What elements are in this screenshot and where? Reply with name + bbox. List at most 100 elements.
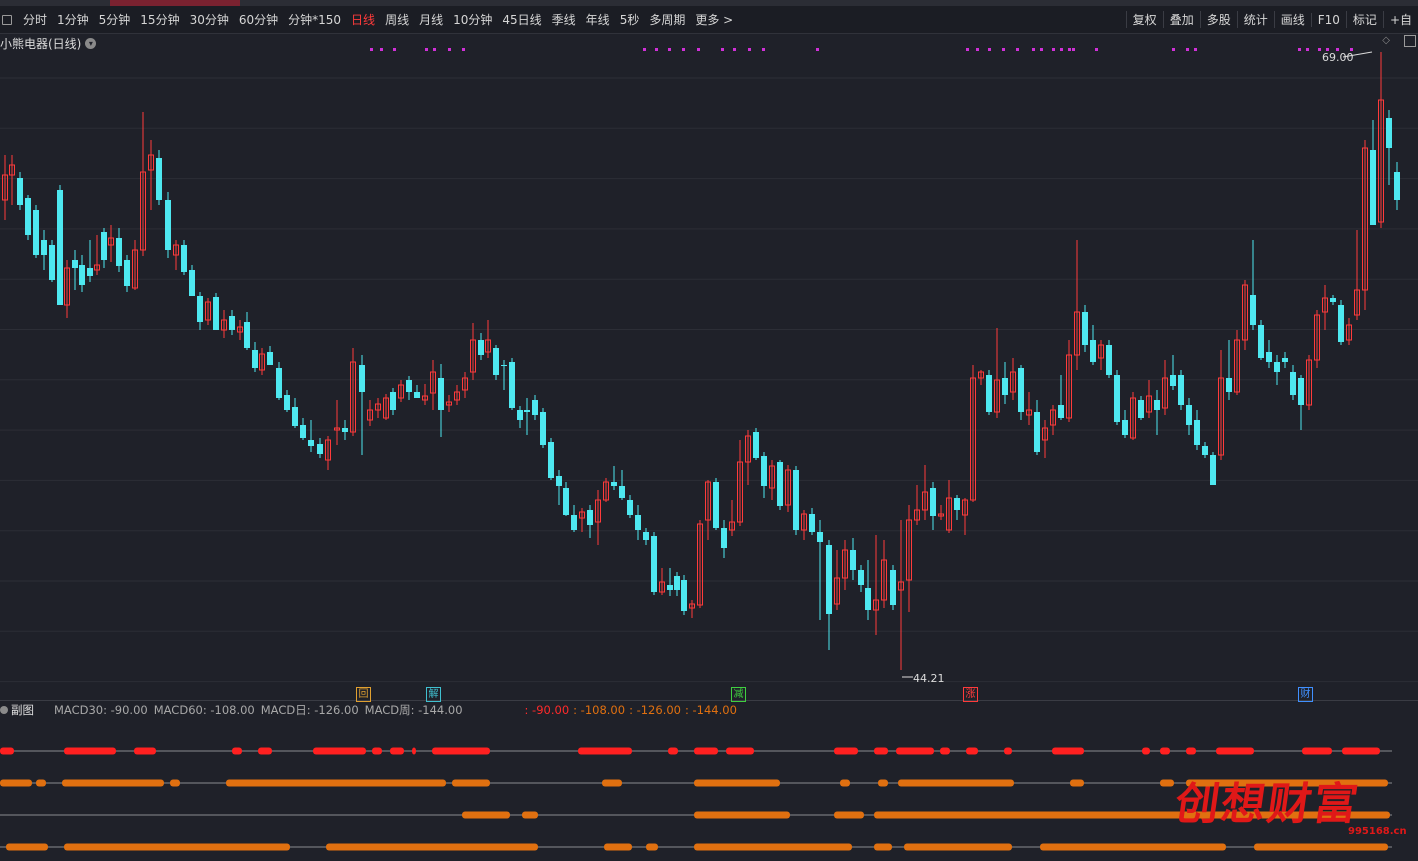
signal-dot	[370, 48, 373, 51]
candle-body-down	[1394, 172, 1400, 200]
value-4: : -144.00	[684, 703, 737, 717]
macd-segment	[896, 747, 934, 755]
candle-body-down	[25, 198, 31, 235]
candle-body-down	[72, 260, 78, 268]
candle-body-down	[41, 240, 47, 255]
signal-dot	[816, 48, 819, 51]
grid-lines	[0, 77, 1418, 701]
signal-marker[interactable]: 涨	[963, 687, 978, 702]
macd30-label: MACD30: -90.00	[54, 703, 148, 717]
candle-body-down	[1194, 420, 1200, 445]
value-2: : -108.00	[573, 703, 626, 717]
candle-body-down	[556, 476, 562, 486]
candle-body-down	[753, 432, 759, 458]
macd-segment	[840, 779, 850, 787]
candle-body-down	[1266, 352, 1272, 362]
macd-segment	[64, 747, 116, 755]
macd-segment	[874, 747, 888, 755]
macd-segment	[390, 747, 404, 755]
candle-body-down	[1258, 325, 1264, 358]
candle-body-down	[517, 410, 523, 420]
macd-segment	[432, 747, 490, 755]
macd-segment	[878, 779, 888, 787]
signal-marker[interactable]: 财	[1298, 687, 1313, 702]
macd-segment	[1342, 747, 1380, 755]
signal-dot	[643, 48, 646, 51]
candle-body-down	[890, 570, 896, 605]
macd-segment	[1004, 747, 1012, 755]
candle-body-down	[1210, 455, 1216, 485]
signal-dot	[988, 48, 991, 51]
signal-dot	[393, 48, 396, 51]
signal-dot	[668, 48, 671, 51]
signal-dot	[1318, 48, 1321, 51]
sub-values: : -90.00 : -108.00 : -126.00 : -144.00	[525, 703, 737, 717]
candle-body-down	[1178, 375, 1184, 405]
macd-segment	[412, 747, 416, 755]
candle-body-down	[308, 440, 314, 446]
candle-body-down	[406, 380, 412, 392]
macd-segment	[326, 843, 538, 851]
macd-segment	[62, 779, 164, 787]
sub-chart-header: 副图 MACD30: -90.00 MACD60: -108.00 MACD日:…	[0, 702, 1418, 718]
candle-body-down	[635, 515, 641, 530]
candle-body-down	[793, 470, 799, 530]
candle-body-down	[267, 352, 273, 365]
candle-body-down	[1106, 345, 1112, 375]
signal-marker[interactable]: 回	[356, 687, 371, 702]
candle-body-down	[1090, 340, 1096, 362]
signal-dot	[721, 48, 724, 51]
candle-body-down	[865, 588, 871, 610]
signal-dot	[448, 48, 451, 51]
signal-dot	[1186, 48, 1189, 51]
candle-body-down	[1114, 375, 1120, 422]
candle-body-down	[156, 158, 162, 200]
candlestick-chart[interactable]: 69.00 44.21	[0, 0, 1418, 861]
candle-body-down	[850, 550, 856, 570]
signal-dot	[1052, 48, 1055, 51]
signal-dot	[1060, 48, 1063, 51]
candle-body-down	[284, 395, 290, 410]
high-price-label: 69.00	[1322, 51, 1354, 64]
candle-body-down	[1386, 118, 1392, 148]
macd-segment	[966, 747, 978, 755]
signal-dot	[1068, 48, 1071, 51]
macd-segment	[1160, 779, 1174, 787]
candle-body-down	[292, 407, 298, 426]
candle-body-down	[826, 545, 832, 614]
candle-body-down	[124, 260, 130, 286]
candle-body-down	[276, 368, 282, 398]
low-price-label: 44.21	[913, 672, 945, 685]
signal-dot	[1194, 48, 1197, 51]
macd-week-label: MACD周: -144.00	[364, 703, 463, 717]
candle-body-down	[571, 515, 577, 530]
candle-body-down	[33, 210, 39, 255]
candle-body-down	[181, 245, 187, 272]
candle-body-down	[954, 498, 960, 510]
macd-segment	[1186, 747, 1196, 755]
candle-body-down	[627, 500, 633, 515]
candles	[2, 52, 1400, 670]
signal-dot	[1172, 48, 1175, 51]
macd-segment	[604, 843, 632, 851]
candle-body-down	[1202, 446, 1208, 455]
candle-body-down	[986, 375, 992, 412]
candle-body-down	[651, 536, 657, 592]
candle-body-down	[165, 200, 171, 250]
candle-body-down	[524, 410, 530, 412]
candle-body-down	[252, 350, 258, 368]
candle-body-down	[1274, 362, 1280, 372]
candle-body-down	[197, 296, 203, 322]
candle-body-down	[761, 456, 767, 486]
macd-segment	[898, 779, 1014, 787]
signal-dot	[1032, 48, 1035, 51]
settings-dot-icon[interactable]	[0, 706, 8, 714]
candle-body-down	[540, 412, 546, 445]
candle-body-down	[817, 532, 823, 542]
signal-dot	[1306, 48, 1309, 51]
signal-marker[interactable]: 减	[731, 687, 746, 702]
candle-body-down	[721, 528, 727, 548]
macd-segment	[258, 747, 272, 755]
candle-body-down	[1002, 378, 1008, 395]
signal-marker[interactable]: 解	[426, 687, 441, 702]
